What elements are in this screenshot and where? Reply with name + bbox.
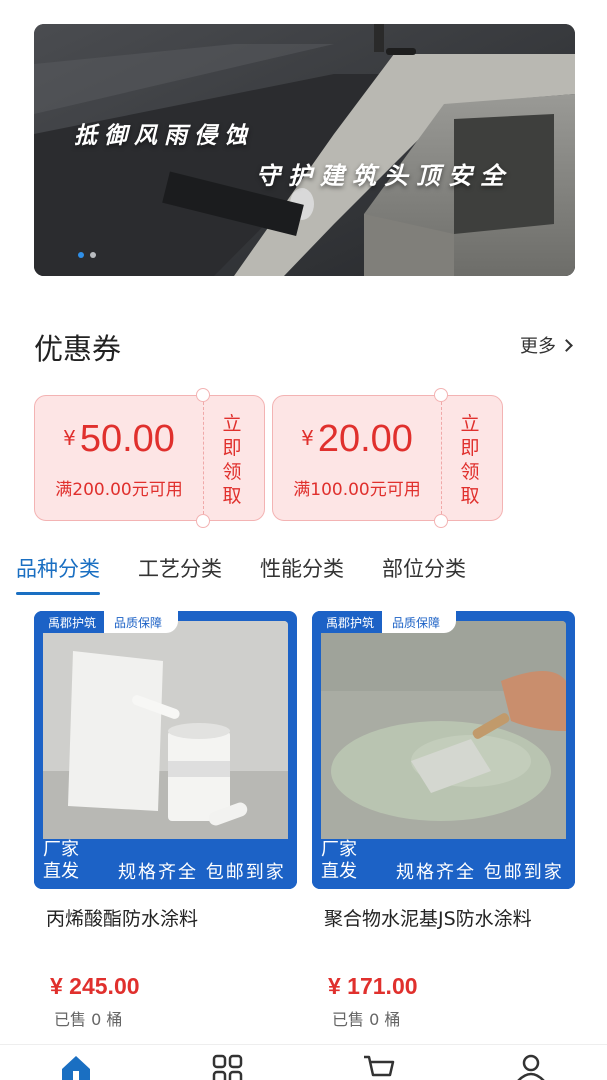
nav-category[interactable] bbox=[152, 1045, 304, 1080]
coupon-amount: ¥50.00 bbox=[35, 418, 203, 461]
product-image bbox=[43, 621, 288, 845]
product-name[interactable]: 丙烯酸酯防水涂料 bbox=[34, 903, 297, 973]
coupon-section-title: 优惠券 bbox=[34, 332, 122, 366]
product-name[interactable]: 聚合物水泥基JS防水涂料 bbox=[312, 903, 575, 973]
tab-variety[interactable]: 品种分类 bbox=[16, 553, 100, 595]
product-sold-count: 已售 0 桶 bbox=[332, 1010, 401, 1029]
product-slogan: 规格齐全 包邮到家 bbox=[118, 862, 286, 883]
nav-profile[interactable] bbox=[455, 1045, 607, 1080]
brand-tag: 禹郡护筑 品质保障 bbox=[34, 611, 179, 633]
claim-coupon-button[interactable]: 立即领取 bbox=[459, 412, 481, 508]
product-sold-count: 已售 0 桶 bbox=[54, 1010, 123, 1029]
category-icon bbox=[212, 1054, 242, 1080]
quality-badge: 品质保障 bbox=[104, 611, 179, 633]
factory-direct-label: 厂家直发 bbox=[321, 839, 357, 882]
coupon-more-link[interactable]: 更多 bbox=[520, 332, 573, 358]
coupon-notch bbox=[434, 514, 448, 528]
coupon-condition: 满100.00元可用 bbox=[293, 480, 421, 500]
coupon-divider bbox=[441, 402, 442, 514]
product-slogan: 规格齐全 包邮到家 bbox=[396, 862, 564, 883]
banner-slogan-line2: 守护建筑头顶安全 bbox=[256, 162, 512, 190]
coupon-condition: 满200.00元可用 bbox=[55, 480, 183, 500]
bottom-nav bbox=[0, 1044, 607, 1080]
tab-performance[interactable]: 性能分类 bbox=[260, 553, 344, 591]
product-price: ¥ 245.00 bbox=[50, 973, 140, 999]
coupon-value: 20.00 bbox=[317, 418, 413, 460]
coupon-divider bbox=[203, 402, 204, 514]
chevron-right-icon bbox=[560, 338, 573, 352]
brand-name: 禹郡护筑 bbox=[312, 611, 383, 633]
nav-cart[interactable] bbox=[304, 1045, 456, 1080]
product-image-frame[interactable]: 禹郡护筑 品质保障 厂家直发 规格齐全 包邮到家 bbox=[312, 611, 575, 889]
product-image-frame[interactable]: 禹郡护筑 品质保障 厂家直发 规格齐全 包邮到家 bbox=[34, 611, 297, 889]
carousel-dot[interactable] bbox=[90, 252, 96, 258]
cart-icon bbox=[364, 1055, 395, 1077]
product-card[interactable]: 禹郡护筑 品质保障 厂家直发 规格齐全 包邮到家 丙烯酸酯防水涂料 ¥ 245.… bbox=[34, 611, 297, 1030]
tab-process[interactable]: 工艺分类 bbox=[138, 553, 222, 591]
currency-symbol: ¥ bbox=[301, 426, 314, 450]
quality-badge: 品质保障 bbox=[382, 611, 457, 633]
coupon-value: 50.00 bbox=[79, 418, 175, 460]
category-tabs: 品种分类 工艺分类 性能分类 部位分类 bbox=[16, 553, 504, 595]
promo-banner[interactable]: 抵御风雨侵蚀 守护建筑头顶安全 bbox=[34, 24, 575, 276]
banner-image bbox=[34, 24, 575, 276]
coupon-notch bbox=[196, 388, 210, 402]
brand-tag: 禹郡护筑 品质保障 bbox=[312, 611, 457, 633]
product-price: ¥ 171.00 bbox=[328, 973, 418, 999]
carousel-indicator bbox=[78, 252, 96, 258]
banner-slogan-line1: 抵御风雨侵蚀 bbox=[74, 123, 254, 149]
factory-direct-label: 厂家直发 bbox=[43, 839, 79, 882]
brand-name: 禹郡护筑 bbox=[34, 611, 105, 633]
coupon-amount: ¥20.00 bbox=[273, 418, 441, 461]
coupon-notch bbox=[434, 388, 448, 402]
coupon-card[interactable]: ¥20.00 满100.00元可用 立即领取 bbox=[272, 388, 503, 528]
claim-coupon-button[interactable]: 立即领取 bbox=[221, 412, 243, 508]
coupon-notch bbox=[196, 514, 210, 528]
home-icon bbox=[61, 1056, 90, 1080]
product-card[interactable]: 禹郡护筑 品质保障 厂家直发 规格齐全 包邮到家 聚合物水泥基JS防水涂料 ¥ … bbox=[312, 611, 575, 1030]
tab-location[interactable]: 部位分类 bbox=[382, 553, 466, 591]
more-label: 更多 bbox=[520, 336, 556, 357]
currency-symbol: ¥ bbox=[63, 426, 76, 450]
user-icon bbox=[517, 1054, 545, 1080]
nav-home[interactable] bbox=[0, 1045, 152, 1080]
carousel-dot-active[interactable] bbox=[78, 252, 84, 258]
coupon-card[interactable]: ¥50.00 满200.00元可用 立即领取 bbox=[34, 388, 265, 528]
product-image bbox=[321, 621, 566, 845]
